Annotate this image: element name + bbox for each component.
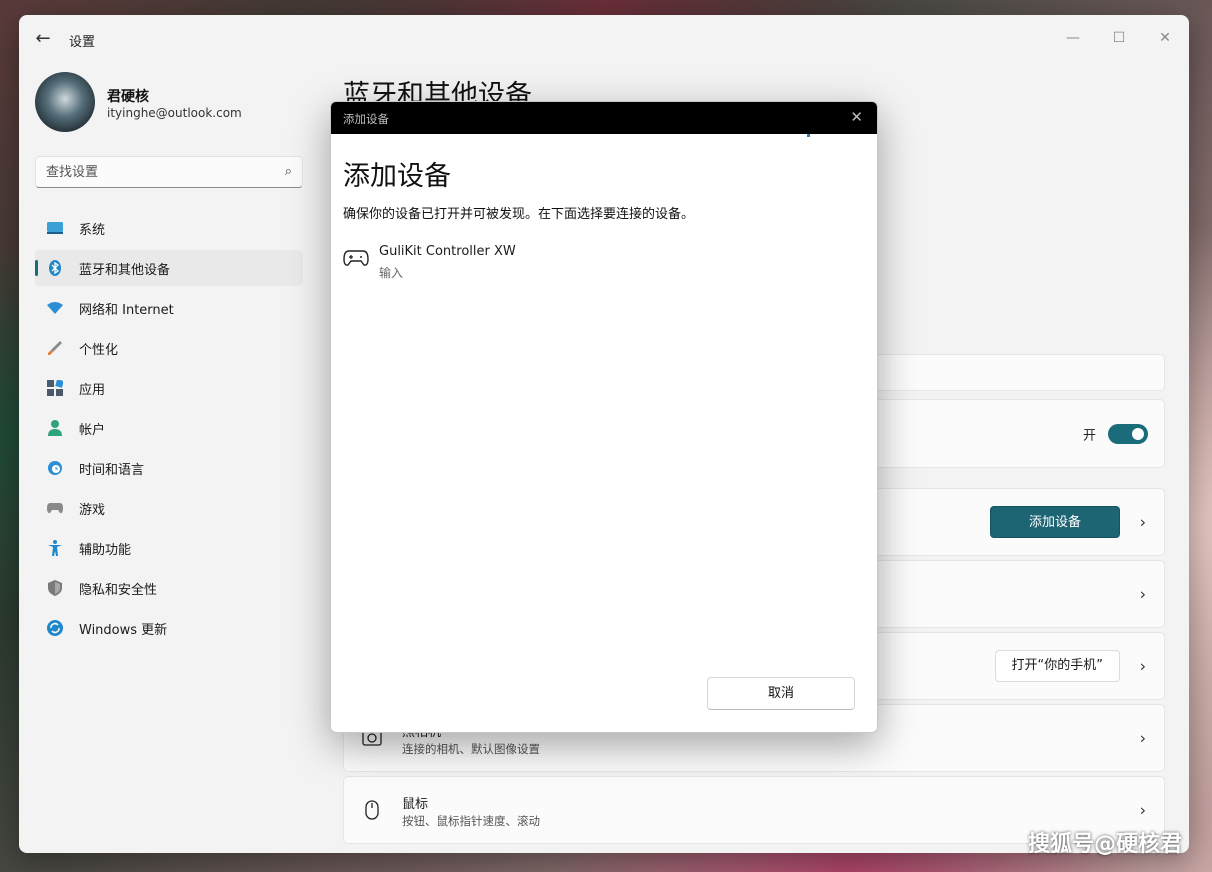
person-icon bbox=[47, 420, 63, 436]
shield-icon bbox=[47, 580, 63, 596]
mouse-title: 鼠标 bbox=[402, 797, 429, 812]
dialog-title-bar: 添加设备 ✕ bbox=[331, 102, 877, 134]
mouse-desc: 按钮、鼠标指针速度、滚动 bbox=[402, 814, 540, 828]
sidebar-item-windows-update[interactable]: Windows 更新 bbox=[35, 610, 303, 646]
device-name: GuliKit Controller XW bbox=[379, 244, 516, 259]
watermark-text: 搜狐号@硬核君 bbox=[1027, 832, 1182, 857]
gamepad-icon bbox=[47, 500, 63, 516]
device-type: 输入 bbox=[379, 266, 404, 280]
dialog-heading: 添加设备 bbox=[343, 161, 451, 192]
sidebar-item-label: 个性化 bbox=[79, 342, 119, 358]
cancel-button[interactable]: 取消 bbox=[707, 677, 855, 710]
brush-icon bbox=[47, 340, 63, 356]
minimize-button[interactable]: — bbox=[1053, 23, 1093, 53]
sidebar-item-label: 辅助功能 bbox=[79, 542, 132, 558]
arrow-left-icon: ← bbox=[35, 28, 51, 49]
accessibility-icon bbox=[47, 540, 63, 556]
sidebar-item-label: 应用 bbox=[79, 382, 106, 398]
sidebar-item-label: 时间和语言 bbox=[79, 462, 145, 478]
maximize-button[interactable]: ☐ bbox=[1099, 23, 1139, 53]
chevron-right-icon: › bbox=[1139, 584, 1146, 604]
gamepad-icon bbox=[343, 248, 369, 268]
sidebar-item-label: 系统 bbox=[79, 222, 106, 238]
open-phone-button[interactable]: 打开“你的手机” bbox=[994, 650, 1120, 682]
sidebar-item-gaming[interactable]: 游戏 bbox=[35, 490, 303, 526]
search-box: ⌕ bbox=[35, 156, 303, 188]
chevron-right-icon: › bbox=[1139, 656, 1146, 676]
device-list-item[interactable]: GuliKit Controller XW 输入 bbox=[339, 240, 659, 284]
dialog-close-button[interactable]: ✕ bbox=[850, 108, 863, 126]
sidebar-item-system[interactable]: 系统 bbox=[35, 210, 303, 246]
app-title: 设置 bbox=[69, 35, 96, 50]
sidebar-item-label: 隐私和安全性 bbox=[79, 582, 158, 598]
close-button[interactable]: ✕ bbox=[1145, 23, 1185, 53]
sidebar-item-label: 网络和 Internet bbox=[79, 302, 174, 318]
add-device-dialog: 添加设备 ✕ 添加设备 确保你的设备已打开并可被发现。在下面选择要连接的设备。 … bbox=[330, 101, 878, 733]
dialog-instruction: 确保你的设备已打开并可被发现。在下面选择要连接的设备。 bbox=[343, 207, 695, 222]
avatar bbox=[35, 72, 95, 132]
sidebar-item-accessibility[interactable]: 辅助功能 bbox=[35, 530, 303, 566]
search-icon[interactable]: ⌕ bbox=[285, 164, 292, 179]
chevron-right-icon: › bbox=[1139, 728, 1146, 748]
sidebar-item-label: Windows 更新 bbox=[79, 622, 168, 638]
camera-desc: 连接的相机、默认图像设置 bbox=[402, 742, 540, 756]
sidebar-item-personalization[interactable]: 个性化 bbox=[35, 330, 303, 366]
title-bar: ← 设置 — ☐ ✕ bbox=[19, 15, 1189, 63]
add-device-button[interactable]: 添加设备 bbox=[990, 506, 1120, 538]
sidebar-nav: 系统 蓝牙和其他设备 网络和 Internet 个性化 应用 帐户 时间和语言 … bbox=[35, 210, 303, 650]
chevron-right-icon: › bbox=[1139, 512, 1146, 532]
progress-indicator bbox=[807, 134, 810, 137]
back-button[interactable]: ← bbox=[31, 27, 55, 51]
sidebar-item-accounts[interactable]: 帐户 bbox=[35, 410, 303, 446]
apps-icon bbox=[47, 380, 63, 396]
dialog-caption: 添加设备 bbox=[343, 112, 389, 126]
globe-clock-icon bbox=[47, 460, 63, 476]
monitor-icon bbox=[47, 220, 63, 236]
bluetooth-toggle[interactable] bbox=[1108, 423, 1148, 444]
chevron-right-icon: › bbox=[1139, 800, 1146, 820]
user-email: ityinghe@outlook.com bbox=[107, 106, 242, 120]
wifi-icon bbox=[47, 300, 63, 316]
mouse-icon bbox=[362, 800, 382, 820]
sidebar-item-apps[interactable]: 应用 bbox=[35, 370, 303, 406]
sidebar-item-label: 帐户 bbox=[79, 422, 106, 438]
sync-icon bbox=[47, 620, 63, 636]
sidebar-item-label: 游戏 bbox=[79, 502, 106, 518]
bluetooth-icon bbox=[47, 260, 63, 276]
user-name: 君硬核 bbox=[107, 89, 149, 105]
sidebar-item-label: 蓝牙和其他设备 bbox=[79, 262, 171, 278]
sidebar-item-time-language[interactable]: 时间和语言 bbox=[35, 450, 303, 486]
search-input[interactable] bbox=[36, 157, 266, 187]
sidebar-item-bluetooth[interactable]: 蓝牙和其他设备 bbox=[35, 250, 303, 286]
toggle-state-label: 开 bbox=[1082, 428, 1096, 443]
sidebar-item-privacy[interactable]: 隐私和安全性 bbox=[35, 570, 303, 606]
sidebar-item-network[interactable]: 网络和 Internet bbox=[35, 290, 303, 326]
